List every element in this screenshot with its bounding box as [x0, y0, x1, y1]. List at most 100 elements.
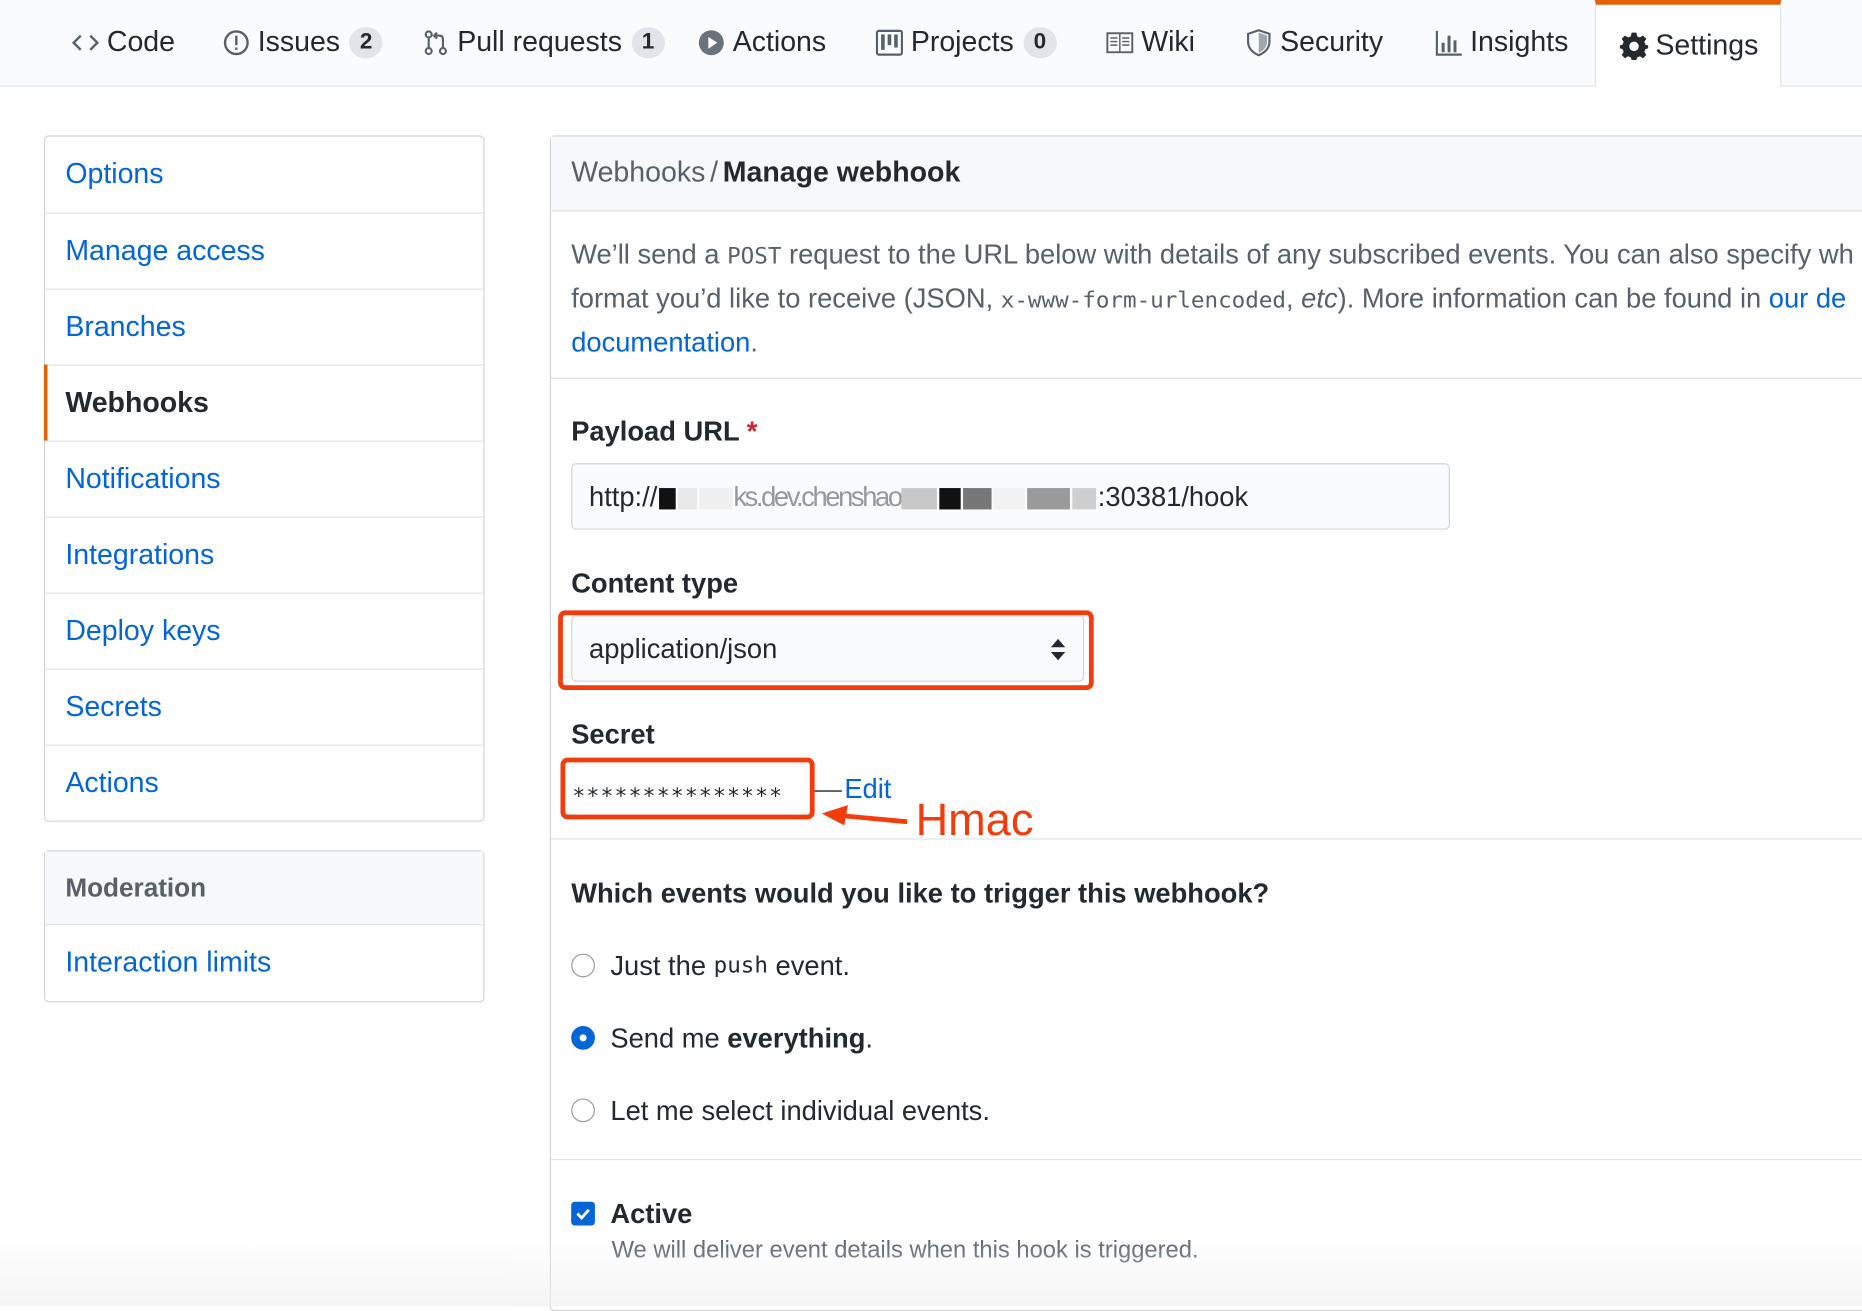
- sidebar-item-manage-access[interactable]: Manage access: [45, 212, 484, 289]
- intro-code: POST: [727, 243, 782, 270]
- annotation-arrow-icon: [821, 805, 908, 826]
- tab-label: Projects: [910, 26, 1014, 59]
- redacted-block: [994, 487, 1026, 510]
- divider: [551, 838, 1862, 840]
- tab-settings[interactable]: Settings: [1594, 0, 1782, 87]
- redacted-block: [939, 487, 962, 510]
- divider: [551, 377, 1862, 379]
- intro-text-part: request to the URL below with details of…: [781, 238, 1854, 270]
- repo-nav: Code Issues 2 Pull requests 1 Actions Pr…: [0, 0, 1862, 87]
- radio-button[interactable]: [571, 953, 595, 978]
- sidebar-item-webhooks[interactable]: Webhooks: [43, 364, 484, 441]
- active-description: We will deliver event details when this …: [611, 1237, 1199, 1264]
- payload-url-suffix: :30381/hook: [1097, 480, 1249, 512]
- sidebar-item-branches[interactable]: Branches: [45, 288, 484, 365]
- tab-security[interactable]: Security: [1245, 0, 1383, 86]
- project-icon: [875, 29, 904, 58]
- event-option-everything[interactable]: Send me everything.: [571, 1020, 873, 1056]
- redacted-block: [677, 487, 697, 510]
- gear-icon: [1619, 31, 1649, 60]
- intro-text-part: We’ll send a: [571, 238, 728, 270]
- code-icon: [71, 29, 100, 58]
- option-bold: everything: [727, 1021, 866, 1053]
- settings-sidebar: Options Manage access Branches Webhooks …: [43, 135, 485, 822]
- content-type-label: Content type: [571, 567, 739, 599]
- sidebar-item-secrets[interactable]: Secrets: [45, 668, 484, 745]
- required-mark: *: [746, 415, 758, 447]
- tab-projects[interactable]: Projects 0: [875, 0, 1057, 86]
- intro-text-part: format you’d like to receive (JSON,: [571, 282, 1001, 314]
- redacted-block: [658, 487, 676, 510]
- sidebar-item-deploy-keys[interactable]: Deploy keys: [45, 592, 484, 669]
- events-question: Which events would you like to trigger t…: [571, 877, 1270, 909]
- git-pull-request-icon: [422, 29, 451, 58]
- event-option-push[interactable]: Just the push event.: [571, 948, 850, 984]
- option-text: Let me select individual events.: [610, 1094, 990, 1126]
- redacted-block: [1027, 487, 1071, 510]
- divider: [551, 1159, 1862, 1161]
- breadcrumb-separator: /: [710, 156, 719, 189]
- radio-button[interactable]: [571, 1098, 595, 1123]
- tab-label: Issues: [257, 26, 341, 59]
- option-text: Send me: [610, 1021, 720, 1053]
- edit-secret-link[interactable]: Edit: [844, 773, 891, 804]
- active-label: Active: [610, 1197, 693, 1229]
- active-checkbox[interactable]: [571, 1201, 595, 1226]
- issues-counter: 2: [349, 27, 383, 59]
- option-code: push: [713, 952, 768, 979]
- redacted-block: [963, 487, 993, 510]
- annotation-highlight-secret: [560, 757, 815, 820]
- tab-label: Settings: [1655, 29, 1759, 62]
- tab-label: Insights: [1470, 26, 1569, 59]
- active-option[interactable]: Active: [571, 1196, 692, 1232]
- tab-actions[interactable]: Actions: [697, 0, 826, 86]
- option-text: Just the: [610, 949, 707, 981]
- tab-label: Pull requests: [457, 26, 622, 59]
- sidebar-item-integrations[interactable]: Integrations: [45, 516, 484, 593]
- sidebar-item-notifications[interactable]: Notifications: [45, 440, 484, 517]
- tab-label: Code: [106, 26, 176, 59]
- play-icon: [697, 29, 726, 58]
- radio-button[interactable]: [571, 1026, 595, 1050]
- pull-requests-counter: 1: [631, 27, 665, 59]
- projects-counter: 0: [1023, 27, 1057, 59]
- breadcrumb-webhooks-link[interactable]: Webhooks: [571, 157, 705, 189]
- redacted-block: [901, 487, 938, 510]
- docs-link[interactable]: documentation: [571, 327, 750, 358]
- tab-code[interactable]: Code: [71, 0, 175, 86]
- intro-text: We’ll send a POST request to the URL bel…: [571, 234, 1862, 363]
- option-text: event.: [775, 949, 850, 981]
- tab-issues[interactable]: Issues 2: [222, 0, 383, 86]
- intro-code: x-www-form-urlencoded: [1000, 287, 1287, 314]
- payload-url-prefix: http://: [589, 480, 658, 512]
- sidebar-item-options[interactable]: Options: [45, 137, 483, 213]
- tab-pull-requests[interactable]: Pull requests 1: [422, 0, 665, 86]
- secret-edit: — Edit: [815, 773, 892, 805]
- payload-url-label-text: Payload URL: [571, 415, 740, 447]
- issue-opened-icon: [222, 29, 251, 58]
- option-text: .: [865, 1021, 874, 1053]
- tab-insights[interactable]: Insights: [1435, 0, 1569, 86]
- docs-link[interactable]: our de: [1769, 283, 1846, 314]
- payload-url-input[interactable]: http:// ks.dev.chenshao :30381/hook: [571, 463, 1450, 530]
- intro-text-part: .: [750, 326, 758, 358]
- secret-label: Secret: [571, 718, 655, 750]
- book-icon: [1106, 29, 1135, 58]
- intro-text-part: ,: [1286, 282, 1302, 314]
- breadcrumb: Webhooks / Manage webhook: [551, 136, 1862, 212]
- intro-text-part: etc: [1301, 282, 1338, 314]
- payload-url-mid: ks.dev.chenshao: [733, 480, 903, 512]
- tab-wiki[interactable]: Wiki: [1106, 0, 1195, 86]
- page-title: Manage webhook: [722, 156, 961, 189]
- payload-url-label: Payload URL *: [571, 416, 757, 448]
- sidebar-item-interaction-limits[interactable]: Interaction limits: [45, 925, 483, 1001]
- manage-webhook-panel: Webhooks / Manage webhook We’ll send a POS…: [549, 135, 1862, 1311]
- sidebar-item-actions[interactable]: Actions: [45, 744, 484, 821]
- redacted-block: [1072, 487, 1097, 510]
- edit-dash: —: [814, 773, 842, 804]
- event-option-select-individual[interactable]: Let me select individual events.: [571, 1093, 990, 1129]
- intro-text-part: ). More information can be found in: [1337, 282, 1769, 314]
- shield-icon: [1245, 29, 1274, 58]
- graph-icon: [1435, 29, 1464, 58]
- page: Code Issues 2 Pull requests 1 Actions Pr…: [0, 0, 1862, 1311]
